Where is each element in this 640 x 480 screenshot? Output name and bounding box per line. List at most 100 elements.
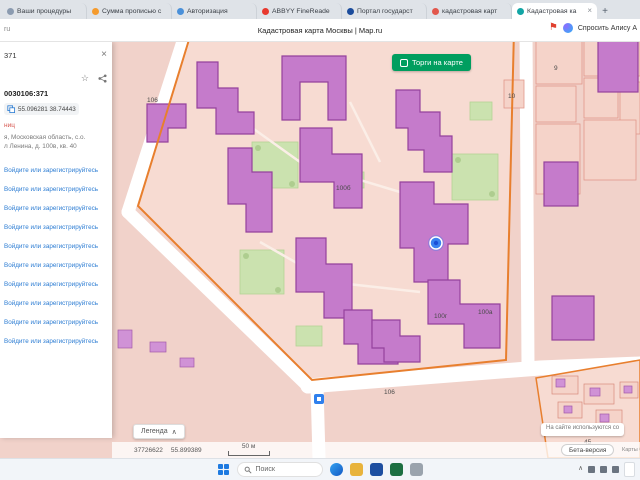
login-link[interactable]: Войдите или зарегистрируйтесь: [4, 281, 98, 288]
taskbar-app-icon-folder[interactable]: [350, 463, 363, 476]
tab-favicon: [517, 8, 524, 15]
parcel-info-panel: 371 × ☆ 0030106:371 55.096281 38.74443: [0, 42, 112, 438]
address-line2: л Ленина, д. 100в, кв. 40: [4, 142, 107, 151]
location-marker[interactable]: [428, 235, 444, 251]
coordinates-chip[interactable]: 55.096281 38.74443: [4, 103, 79, 115]
taskbar-app-icon-browser[interactable]: [330, 463, 343, 476]
search-placeholder: Поиск: [256, 466, 275, 473]
parcel-label: 9: [554, 65, 558, 72]
cursor-coordinates: 37726622 55.899389: [134, 447, 202, 454]
legend-button[interactable]: Легенда ∧: [133, 424, 185, 439]
login-link[interactable]: Войдите или зарегистрируйтесь: [4, 186, 98, 193]
map-attribution: Карты © Я: [622, 447, 640, 453]
attribute-row: Войдите или зарегистрируйтесь: [4, 332, 107, 351]
torgi-icon: [400, 59, 408, 67]
cookie-notice: На сайте используются co: [541, 423, 624, 436]
login-link[interactable]: Войдите или зарегистрируйтесь: [4, 319, 98, 326]
attribute-row: Войдите или зарегистрируйтесь: [4, 199, 107, 218]
attribute-row: Войдите или зарегистрируйтесь: [4, 218, 107, 237]
attribute-row: Войдите или зарегистрируйтесь: [4, 256, 107, 275]
login-link[interactable]: Войдите или зарегистрируйтесь: [4, 338, 98, 345]
start-button[interactable]: [218, 464, 230, 476]
screen: Ваши процедуры Сумма прописью с Авториза…: [0, 0, 640, 480]
address-text: я, Московская область, с.о. л Ленина, д.…: [4, 133, 107, 152]
tab-label: Кадастровая ка: [527, 8, 576, 15]
bookmark-icon[interactable]: ⚑: [549, 23, 558, 33]
volume-icon[interactable]: [600, 466, 607, 473]
parcel-label: 10: [508, 93, 516, 100]
building-label: 100г: [434, 313, 448, 320]
browser-tabstrip: Ваши процедуры Сумма прописью с Авториза…: [0, 0, 640, 19]
notification-pane[interactable]: [624, 462, 635, 477]
login-link[interactable]: Войдите или зарегистрируйтесь: [4, 262, 98, 269]
favorite-star-icon[interactable]: ☆: [81, 74, 89, 83]
scale-bar: [228, 451, 270, 456]
battery-icon[interactable]: [612, 466, 619, 473]
tab-label: Ваши процедуры: [17, 8, 71, 15]
attribute-row: Войдите или зарегистрируйтесь: [4, 180, 107, 199]
status-label: ниц: [4, 122, 107, 129]
tab-kadastrovaya-active[interactable]: Кадастровая ка ×: [512, 3, 597, 19]
legend-label: Легенда: [141, 428, 168, 435]
coordinate-y: 55.899389: [171, 447, 202, 454]
building-label: 100б: [336, 184, 351, 192]
tab-vashi-procedury[interactable]: Ваши процедуры: [2, 3, 87, 19]
tab-portal-gosuslug[interactable]: Портал государст: [342, 3, 427, 19]
tab-label: Авторизация: [187, 8, 228, 15]
coordinate-x: 37726622: [134, 447, 163, 454]
taskbar-app-icon-excel[interactable]: [390, 463, 403, 476]
tray-chevron-icon[interactable]: ∧: [578, 466, 583, 473]
alice-icon[interactable]: [563, 23, 573, 33]
building-label: 100а: [478, 309, 493, 316]
taskbar-app-icon-word[interactable]: [370, 463, 383, 476]
network-icon[interactable]: [588, 466, 595, 473]
new-tab-button[interactable]: +: [597, 3, 613, 19]
tab-abbyy[interactable]: ABBYY FineReade: [257, 3, 342, 19]
attribute-rows: Войдите или зарегистрируйтесь Войдите ил…: [4, 161, 107, 351]
torgi-na-karte-button[interactable]: Торги на карте: [392, 54, 471, 71]
system-tray[interactable]: ∧: [578, 462, 635, 477]
tab-kadastrovaya-karta[interactable]: кадастровая карт: [427, 3, 512, 19]
titlebar-right: ⚑ Спросить Алису А: [549, 23, 637, 33]
tab-label: ABBYY FineReade: [272, 8, 330, 15]
share-icon[interactable]: [98, 74, 107, 83]
tab-favicon: [92, 8, 99, 15]
map-viewport[interactable]: 106 100б 100г 100а 106 10 9 45 Торги на …: [0, 42, 640, 458]
browser-titlebar: ru Кадастровая карта Москвы | Map.ru ⚑ С…: [0, 19, 640, 42]
attribute-row: Войдите или зарегистрируйтесь: [4, 161, 107, 180]
tab-label: кадастровая карт: [442, 8, 497, 15]
taskbar-app-icon-settings[interactable]: [410, 463, 423, 476]
tab-close-icon[interactable]: ×: [587, 7, 592, 15]
tab-favicon: [347, 8, 354, 15]
tab-favicon: [7, 8, 14, 15]
login-link[interactable]: Войдите или зарегистрируйтесь: [4, 243, 98, 250]
tab-summa-propisyu[interactable]: Сумма прописью с: [87, 3, 172, 19]
scale-label: 50 м: [242, 444, 256, 451]
chevron-up-icon: ∧: [172, 428, 177, 436]
tab-avtorizaciya[interactable]: Авторизация: [172, 3, 257, 19]
page-title: Кадастровая карта Москвы | Map.ru: [0, 26, 640, 35]
copy-icon: [7, 105, 15, 113]
alice-label[interactable]: Спросить Алису А: [578, 25, 637, 32]
attribute-row: Войдите или зарегистрируйтесь: [4, 237, 107, 256]
taskbar-search[interactable]: Поиск: [237, 462, 323, 477]
beta-version-button[interactable]: Бета-версия: [561, 444, 614, 456]
tab-favicon: [177, 8, 184, 15]
attribute-row: Войдите или зарегистрируйтесь: [4, 313, 107, 332]
building-label: 106: [384, 389, 395, 396]
windows-taskbar: Поиск: [0, 458, 640, 480]
panel-header: 371: [4, 51, 17, 60]
tab-label: Портал государст: [357, 8, 413, 15]
login-link[interactable]: Войдите или зарегистрируйтесь: [4, 300, 98, 307]
torgi-label: Торги на карте: [412, 58, 463, 67]
scale-indicator: 50 м: [228, 444, 270, 457]
tab-favicon: [432, 8, 439, 15]
login-link[interactable]: Войдите или зарегистрируйтесь: [4, 224, 98, 231]
coordinates-value: 55.096281 38.74443: [18, 106, 76, 113]
login-link[interactable]: Войдите или зарегистрируйтесь: [4, 205, 98, 212]
search-icon: [244, 466, 252, 474]
address-line1: я, Московская область, с.о.: [4, 133, 107, 142]
login-link[interactable]: Войдите или зарегистрируйтесь: [4, 167, 98, 174]
attribute-row: Войдите или зарегистрируйтесь: [4, 294, 107, 313]
close-icon[interactable]: ×: [101, 50, 107, 60]
